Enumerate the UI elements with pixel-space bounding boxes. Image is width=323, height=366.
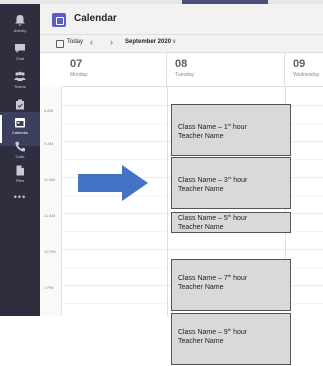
event-class-name: Class Name – 7th hour [178, 273, 248, 283]
sidebar-item-label: Files [15, 178, 25, 183]
event-teacher-name: Teacher Name [178, 133, 224, 140]
sidebar-item-label: Activity [13, 28, 27, 33]
calendar-app-icon [52, 13, 66, 27]
day-number: 09 [293, 58, 306, 70]
time-label: 12 PM [44, 249, 56, 254]
time-label: 8 AM [44, 108, 54, 113]
time-label: 9 AM [44, 141, 54, 146]
day-number: 08 [175, 58, 188, 70]
event-teacher-name: Teacher Name [178, 284, 224, 291]
event-teacher-name: Teacher Name [178, 186, 224, 193]
calendar-icon [15, 118, 25, 128]
today-button[interactable]: Today [67, 39, 83, 45]
event-block[interactable]: Class Name – 3rd hour Teacher Name [171, 157, 291, 209]
app-sidebar: Activity Chat Teams Assignments Calendar… [0, 4, 40, 316]
teams-icon [14, 71, 26, 81]
event-class-name: Class Name – 1st hour [178, 122, 247, 132]
day-number: 07 [70, 58, 83, 70]
event-class-name: Class Name – 3rd hour [178, 175, 248, 185]
month-picker[interactable]: September 2020 [125, 39, 171, 45]
day-name: Monday [70, 72, 88, 78]
day-header-tuesday[interactable]: 08 Tuesday [167, 53, 285, 86]
event-teacher-name: Teacher Name [178, 224, 224, 231]
event-teacher-name: Teacher Name [178, 338, 224, 345]
sidebar-item-label: Teams [14, 84, 26, 89]
event-class-name: Class Name – 5th hour [178, 213, 248, 223]
assignments-icon [16, 99, 24, 110]
today-icon[interactable] [56, 40, 64, 48]
page-title: Calendar [74, 13, 117, 24]
event-block[interactable]: Class Name – 7th hour Teacher Name [171, 259, 291, 311]
hour-line [62, 249, 323, 250]
time-label: 10 AM [44, 177, 56, 182]
day-name: Wednesday [293, 72, 320, 78]
event-block[interactable]: Class Name – 5th hour Teacher Name [171, 212, 291, 233]
event-class-name: Class Name – 9th hour [178, 327, 248, 337]
chat-icon [15, 44, 25, 53]
more-apps-button[interactable]: ••• [0, 192, 40, 202]
day-column-divider [167, 87, 168, 316]
next-week-button[interactable]: › [110, 37, 113, 47]
chevron-down-icon[interactable]: ∨ [172, 38, 176, 45]
event-block[interactable]: Class Name – 9th hour Teacher Name [171, 313, 291, 365]
time-gutter: 8 AM 9 AM 10 AM 11 AM 12 PM 1 PM [40, 87, 62, 316]
time-label: 1 PM [44, 285, 54, 290]
calendar-toolbar: Today ‹ › September 2020 ∨ [40, 35, 323, 53]
bell-icon [15, 15, 25, 26]
sidebar-item-label: Chat [15, 56, 25, 61]
sidebar-item-files[interactable]: Files [0, 160, 40, 194]
day-name: Tuesday [175, 72, 194, 78]
right-arrow-icon [78, 165, 148, 201]
event-block[interactable]: Class Name – 1st hour Teacher Name [171, 104, 291, 156]
previous-week-button[interactable]: ‹ [90, 37, 93, 47]
day-header-wednesday[interactable]: 09 Wednesday [285, 53, 323, 86]
phone-icon [15, 141, 25, 152]
app-header: Calendar [40, 4, 323, 35]
file-icon [16, 165, 24, 176]
day-header-monday[interactable]: 07 Monday [62, 53, 167, 86]
time-label: 11 AM [44, 213, 56, 218]
